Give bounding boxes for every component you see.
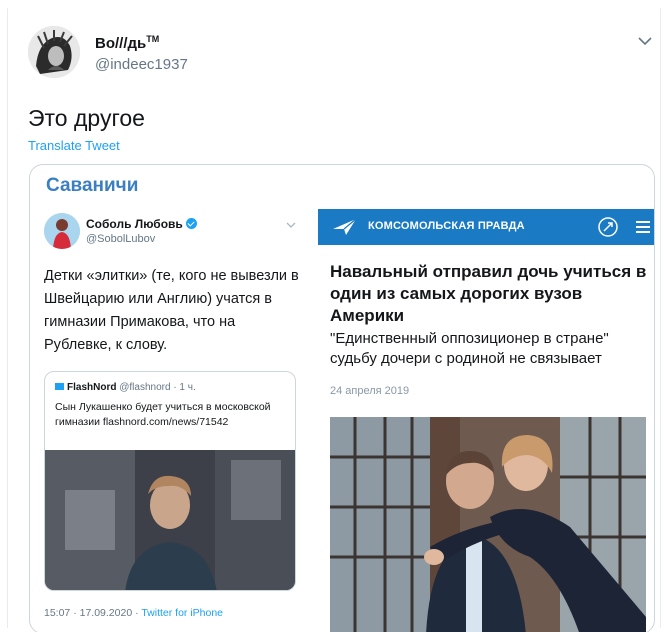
trademark: TM: [146, 34, 160, 44]
article-photo: [330, 417, 646, 632]
embedded-handle: @SobolLubov: [86, 233, 156, 245]
handle[interactable]: @indeec1937: [95, 56, 188, 73]
article-date: 24 апреля 2019: [330, 385, 410, 397]
display-name[interactable]: Во///дьTM: [95, 34, 159, 52]
quoted-photo: [45, 450, 295, 590]
embedded-tweet-footer: 15:07 · 17.09.2020 · Twitter for iPhone: [44, 607, 223, 619]
chevron-down-icon[interactable]: [638, 36, 652, 46]
quoted-time: · 1 ч.: [173, 382, 196, 393]
card-header: Саваничи: [46, 175, 139, 196]
embedded-tweet-text: Детки «элитки» (те, кого не вывезли в Шв…: [44, 268, 299, 353]
quoted-tweet: FlashNord @flashnord · 1 ч. Сын Лукашенк…: [44, 371, 296, 591]
tweet: Во///дьTM @indeec1937 Это другое Transla…: [7, 8, 661, 632]
quoted-tweet-text: Сын Лукашенко будет учиться в московской…: [55, 401, 271, 428]
quoted-tweet-header: FlashNord @flashnord · 1 ч.: [55, 382, 196, 393]
flashnord-logo-icon: [55, 383, 64, 390]
embedded-name-text: Соболь Любовь: [86, 217, 183, 231]
embedded-client: Twitter for iPhone: [141, 607, 224, 619]
quoted-source-handle: @flashnord: [119, 382, 171, 393]
article-subtitle: "Единственный оппозиционер в стране" суд…: [330, 330, 609, 367]
kp-header-bar: КОМСОМОЛЬСКАЯ ПРАВДА: [318, 209, 654, 245]
embedded-name: Соболь Любовь: [86, 217, 197, 231]
tweet-text: Это другое: [28, 105, 145, 131]
embedded-timestamp: 15:07 · 17.09.2020 ·: [44, 607, 142, 619]
avatar[interactable]: [28, 26, 80, 78]
article-title: Навальный отправил дочь учиться в один и…: [330, 262, 647, 325]
translate-tweet-link[interactable]: Translate Tweet: [28, 138, 120, 153]
rocket-icon: [598, 217, 618, 237]
chevron-down-icon: [286, 222, 296, 228]
hamburger-icon: [636, 221, 650, 233]
verified-badge-icon: [185, 218, 197, 229]
kp-outlet-name: КОМСОМОЛЬСКАЯ ПРАВДА: [368, 220, 525, 232]
embedded-avatar: [44, 213, 80, 249]
plane-logo-icon: [333, 218, 357, 235]
image-card[interactable]: Саваничи Соболь Любовь @SobolLubov Детки…: [29, 164, 655, 632]
display-name-text: Во///дь: [95, 35, 147, 52]
quoted-source-name: FlashNord: [67, 382, 117, 393]
